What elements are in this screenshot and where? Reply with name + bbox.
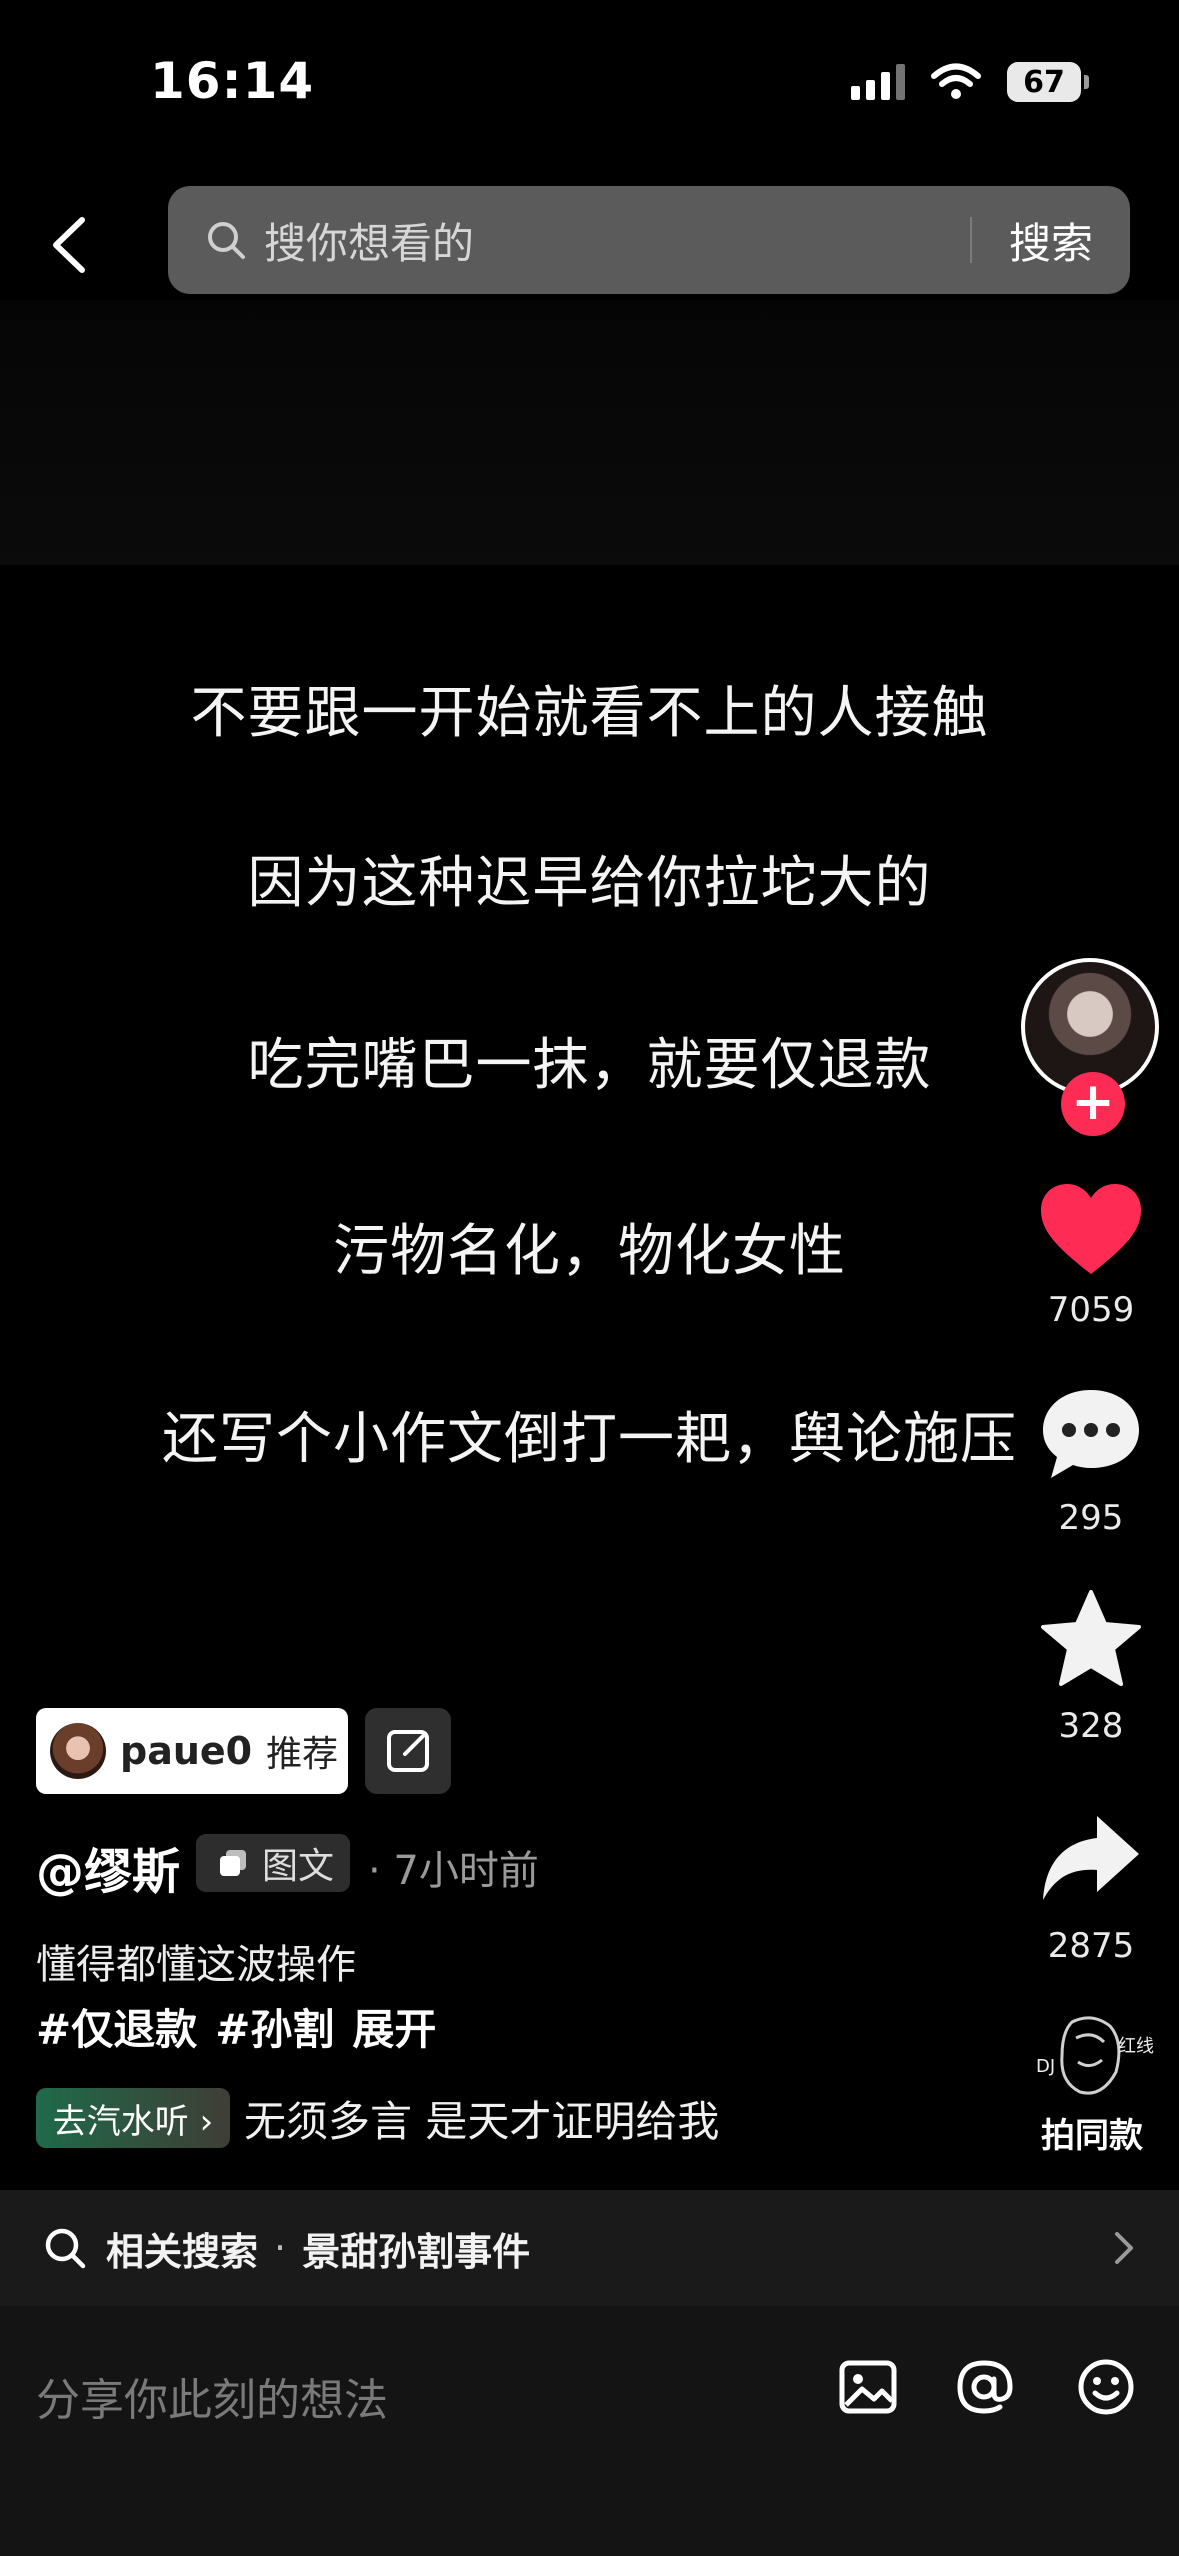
svg-text:红线: 红线 — [1118, 2036, 1154, 2057]
status-icons: 67 — [851, 62, 1089, 102]
post-text-line: 污物名化，物化女性 — [333, 1219, 846, 1284]
svg-text:DJ: DJ — [1036, 2056, 1055, 2077]
comment-input[interactable]: 分享你此刻的想法 — [36, 2364, 388, 2428]
follow-button[interactable]: + — [1061, 1072, 1125, 1136]
post-type-badge: 图文 — [196, 1834, 350, 1892]
like-count: 7059 — [1047, 1290, 1135, 1330]
hashtag-link[interactable]: #孙割 — [215, 2005, 334, 2054]
post-text-line: 不要跟一开始就看不上的人接触 — [190, 681, 989, 746]
post-text-line: 因为这种迟早给你拉坨大的 — [247, 851, 932, 916]
edit-button[interactable] — [365, 1708, 451, 1794]
comment-icon[interactable] — [1035, 1384, 1147, 1484]
post-text-line: 吃完嘴巴一抹，就要仅退款 — [247, 1033, 932, 1098]
recommender-name: paue0 — [120, 1729, 253, 1773]
share-count: 2875 — [1047, 1926, 1135, 1966]
related-search-bar[interactable]: 相关搜索 · 景甜孙割事件 — [0, 2190, 1179, 2306]
favorite-count: 328 — [1058, 1706, 1124, 1746]
music-cover-icon[interactable]: DJ 红线 — [1032, 2012, 1154, 2114]
chevron-right-icon — [1115, 2232, 1133, 2264]
share-icon[interactable] — [1035, 1808, 1147, 1908]
status-time: 16:14 — [150, 52, 315, 110]
recommender-avatar — [50, 1723, 106, 1779]
author-name[interactable]: @缪斯 — [36, 1832, 180, 1902]
music-title[interactable]: 无须多言 是天才证明给我 — [244, 2088, 726, 2150]
signal-icon — [851, 64, 905, 100]
emoji-icon[interactable] — [1074, 2355, 1138, 2419]
image-top-area — [0, 300, 1179, 565]
at-icon[interactable] — [952, 2355, 1016, 2419]
wifi-icon — [931, 63, 981, 99]
post-time: · 7小时前 — [368, 1848, 539, 1894]
star-icon[interactable] — [1035, 1590, 1147, 1690]
search-icon — [208, 222, 245, 259]
post-text-line: 还写个小作文倒打一耙，舆论施压 — [162, 1407, 1017, 1472]
comment-count: 295 — [1058, 1498, 1124, 1538]
caption-tags: #仅退款 #孙割 展开 — [36, 1996, 454, 2057]
chevron-left-icon[interactable] — [40, 210, 100, 280]
image-icon[interactable] — [836, 2355, 900, 2419]
comment-bar — [0, 2306, 1179, 2556]
battery-icon: 67 — [1007, 62, 1089, 102]
recommender-tag[interactable]: paue0 推荐 — [36, 1708, 348, 1794]
related-search-label: 相关搜索 — [106, 2229, 259, 2274]
image-post-icon — [220, 1850, 246, 1876]
edit-icon — [387, 1730, 429, 1772]
search-button[interactable]: 搜索 — [972, 210, 1130, 271]
search-input[interactable]: 搜你想看的 — [264, 210, 970, 271]
caption-text: 懂得都懂这波操作 — [36, 1942, 356, 1988]
expand-link[interactable]: 展开 — [352, 2005, 436, 2054]
hashtag-link[interactable]: #仅退款 — [36, 2005, 197, 2054]
recommender-label: 推荐 — [266, 1734, 339, 1775]
search-bar[interactable]: 搜你想看的 搜索 — [168, 186, 1130, 294]
same-style-label[interactable]: 拍同款 — [1020, 2108, 1164, 2157]
related-search-separator: · — [274, 2226, 287, 2270]
heart-icon[interactable] — [1035, 1180, 1147, 1280]
post-type-label: 图文 — [262, 1846, 335, 1887]
related-search-query: 景甜孙割事件 — [302, 2229, 531, 2274]
music-app-badge[interactable]: 去汽水听 › — [36, 2088, 230, 2148]
search-icon — [45, 2228, 86, 2269]
